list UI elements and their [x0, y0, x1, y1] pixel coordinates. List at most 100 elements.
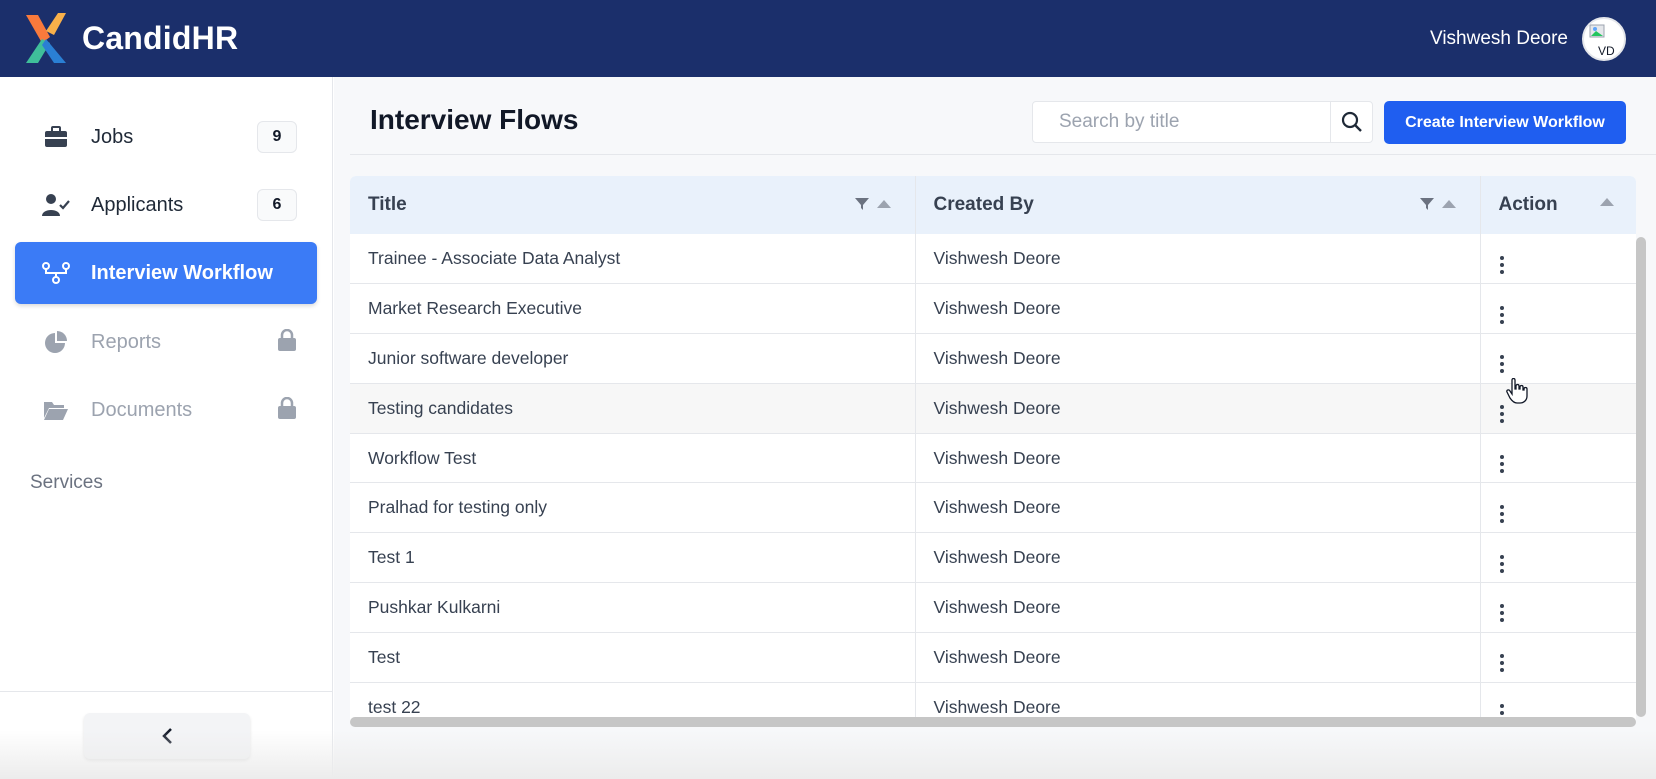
brand-name: CandidHR: [82, 20, 239, 56]
more-actions-icon[interactable]: [1499, 504, 1505, 523]
cell-created-by: Vishwesh Deore: [915, 333, 1481, 384]
cell-action: [1480, 284, 1636, 334]
avatar[interactable]: VD: [1582, 16, 1626, 61]
cell-title: Market Research Executive: [350, 283, 916, 334]
table-row[interactable]: Pralhad for testing only Vishwesh Deore: [350, 482, 1636, 533]
sidebar-divider: [0, 691, 333, 692]
more-actions-icon[interactable]: [1499, 554, 1505, 573]
sort-asc-icon[interactable]: [1441, 200, 1456, 208]
user-check-icon: [41, 193, 71, 217]
interview-flows-table: Title Created By Action Trainee - Associ…: [350, 176, 1636, 726]
count-badge: 6: [257, 189, 297, 221]
cell-title: Pushkar Kulkarni: [350, 582, 916, 633]
chevron-left-icon: [162, 728, 172, 744]
cell-title: Test 1: [350, 532, 916, 583]
avatar-alt-text: VD: [1598, 44, 1615, 58]
cell-title: Workflow Test: [350, 433, 916, 483]
table-row[interactable]: Testing candidates Vishwesh Deore: [350, 383, 1636, 434]
user-name: Vishwesh Deore: [1429, 27, 1568, 49]
more-actions-icon[interactable]: [1499, 255, 1505, 274]
workflow-icon: [41, 261, 71, 285]
more-actions-icon[interactable]: [1499, 654, 1505, 673]
sidebar-item-reports[interactable]: Reports: [15, 311, 317, 373]
main-content: Interview Flows Create Interview Workflo…: [334, 77, 1656, 779]
filter-icon[interactable]: [854, 198, 869, 210]
table-row[interactable]: Test 1 Vishwesh Deore: [350, 532, 1636, 583]
more-actions-icon[interactable]: [1499, 355, 1505, 374]
more-actions-icon[interactable]: [1499, 405, 1505, 424]
table-row[interactable]: Market Research Executive Vishwesh Deore: [350, 283, 1636, 334]
table-row[interactable]: Trainee - Associate Data Analyst Vishwesh…: [350, 234, 1636, 284]
cell-action: [1480, 483, 1636, 533]
header-divider: [350, 154, 1656, 155]
filter-icon[interactable]: [1419, 198, 1434, 210]
top-header: CandidHR Vishwesh Deore VD: [0, 0, 1656, 77]
sidebar-item-label: Applicants: [91, 193, 184, 216]
table-header-row: Title Created By Action: [350, 176, 1636, 234]
services-label: Services: [30, 472, 103, 493]
column-label: Action: [1498, 194, 1558, 215]
table-row[interactable]: Junior software developer Vishwesh Deore: [350, 333, 1636, 384]
column-header-created-by[interactable]: Created By: [915, 176, 1481, 234]
cell-action: [1480, 433, 1636, 483]
cell-title: Testing candidates: [350, 383, 916, 434]
briefcase-icon: [41, 125, 71, 149]
cell-action: [1480, 632, 1636, 682]
cell-action: [1480, 583, 1636, 633]
column-label: Created By: [933, 194, 1034, 215]
candidhr-logo-icon: [26, 12, 66, 63]
sidebar-item-label: Documents: [91, 398, 193, 421]
cell-action: [1480, 383, 1636, 433]
cell-created-by: Vishwesh Deore: [915, 632, 1481, 683]
vertical-scrollbar[interactable]: [1636, 237, 1646, 717]
sidebar-item-interview-workflow[interactable]: Interview Workflow: [15, 242, 317, 304]
search-box: [1032, 101, 1373, 143]
user-menu[interactable]: Vishwesh Deore VD: [1429, 16, 1632, 61]
count-badge: 9: [257, 121, 297, 153]
sidebar-item-jobs[interactable]: Jobs 9: [15, 106, 317, 168]
cell-created-by: Vishwesh Deore: [915, 234, 1481, 284]
sidebar-item-documents[interactable]: Documents: [15, 379, 317, 441]
lock-icon: [277, 396, 297, 424]
search-input[interactable]: [1033, 102, 1330, 142]
broken-image-icon: VD: [1589, 24, 1615, 58]
more-actions-icon[interactable]: [1499, 305, 1505, 324]
create-interview-workflow-button[interactable]: Create Interview Workflow: [1384, 101, 1626, 144]
sidebar-item-applicants[interactable]: Applicants 6: [15, 174, 317, 236]
column-label: Title: [368, 194, 407, 215]
more-actions-icon[interactable]: [1499, 455, 1505, 474]
sidebar-item-label: Reports: [91, 330, 162, 353]
cell-created-by: Vishwesh Deore: [915, 532, 1481, 583]
page-title: Interview Flows: [370, 104, 579, 135]
sidebar: Jobs 9 Applicants 6 Interview Workflow R…: [0, 77, 333, 779]
sidebar-item-label: Jobs: [91, 125, 134, 148]
cell-action: [1480, 533, 1636, 583]
search-button[interactable]: [1330, 102, 1372, 142]
cell-created-by: Vishwesh Deore: [915, 433, 1481, 483]
cell-title: Junior software developer: [350, 333, 916, 384]
cell-action: [1480, 334, 1636, 384]
pie-chart-icon: [41, 330, 71, 354]
horizontal-scrollbar[interactable]: [350, 717, 1636, 727]
column-header-title[interactable]: Title: [350, 176, 916, 234]
cell-created-by: Vishwesh Deore: [915, 383, 1481, 434]
lock-icon: [277, 328, 297, 356]
sidebar-item-label: Interview Workflow: [91, 261, 273, 284]
collapse-sidebar-button[interactable]: [84, 713, 250, 759]
sort-asc-icon[interactable]: [876, 200, 891, 208]
hand-pointer-cursor-icon: [1506, 378, 1528, 404]
table-row[interactable]: Test Vishwesh Deore: [350, 632, 1636, 683]
sort-asc-icon[interactable]: [1600, 198, 1614, 206]
cell-title: Test: [350, 632, 916, 683]
search-icon: [1341, 111, 1362, 132]
folder-open-icon: [41, 398, 71, 422]
table-row[interactable]: Workflow Test Vishwesh Deore: [350, 433, 1636, 483]
brand[interactable]: CandidHR: [24, 12, 239, 65]
column-header-action[interactable]: Action: [1480, 176, 1636, 234]
more-actions-icon[interactable]: [1499, 604, 1505, 623]
table-body: Trainee - Associate Data Analyst Vishwesh…: [350, 234, 1636, 726]
table-row[interactable]: Pushkar Kulkarni Vishwesh Deore: [350, 582, 1636, 633]
cell-created-by: Vishwesh Deore: [915, 582, 1481, 633]
cell-created-by: Vishwesh Deore: [915, 482, 1481, 533]
cell-title: Trainee - Associate Data Analyst: [350, 234, 916, 284]
